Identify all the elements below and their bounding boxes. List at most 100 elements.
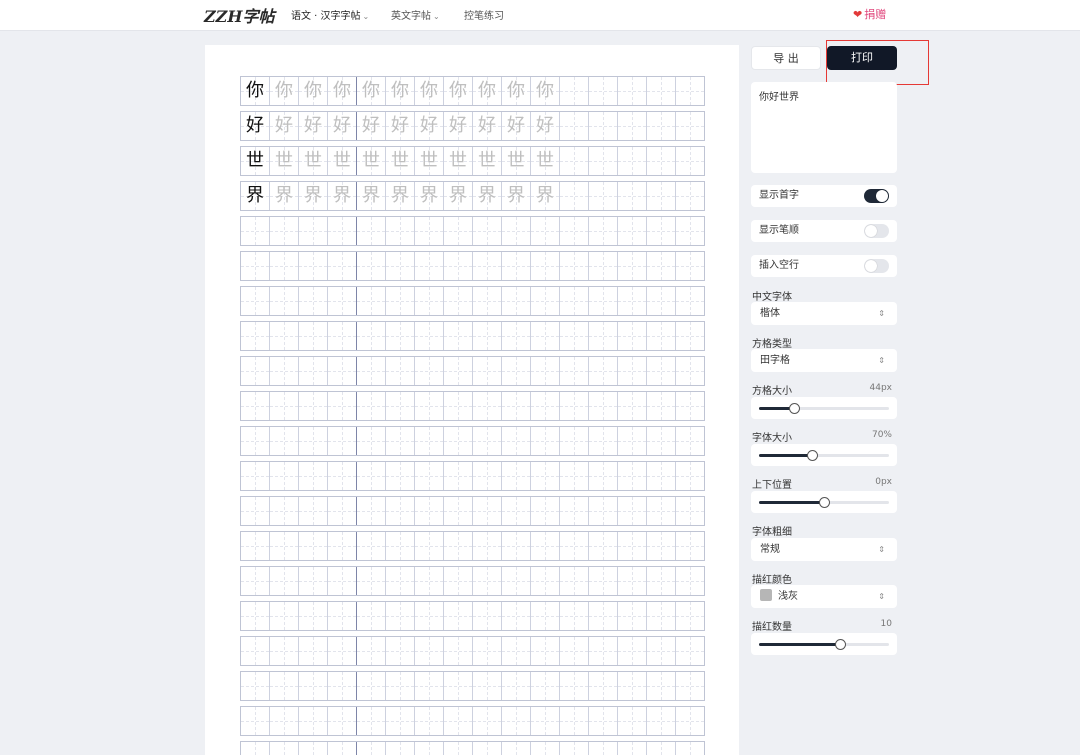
toggle-insert-blank-row-switch[interactable]	[864, 259, 889, 273]
grid-cell	[386, 707, 415, 735]
trace-color-value: 浅灰	[778, 591, 798, 602]
grid-cell	[270, 392, 299, 420]
trace-color-select[interactable]: 浅灰 ⇕	[751, 585, 897, 608]
trace-character: 好	[362, 115, 380, 136]
grid-cell	[531, 357, 560, 385]
grid-cell	[502, 357, 531, 385]
export-button[interactable]: 导 出	[751, 46, 821, 70]
grid-cell	[270, 602, 299, 630]
grid-cell	[241, 672, 270, 700]
grid-cell	[299, 707, 328, 735]
toggle-insert-blank-row[interactable]: 插入空行	[751, 255, 897, 277]
grid-cell	[241, 217, 270, 245]
trace-character: 界	[391, 185, 409, 206]
grid-cell	[357, 357, 386, 385]
grid-cell	[647, 147, 676, 175]
grid-type-select[interactable]: 田字格 ⇕	[751, 349, 897, 372]
grid-cell	[386, 672, 415, 700]
trace-character: 界	[507, 185, 525, 206]
grid-cell	[415, 357, 444, 385]
grid-cell	[589, 217, 618, 245]
slider-thumb[interactable]	[807, 450, 819, 461]
nav-chinese-copybook[interactable]: 语文 · 汉字字帖 ⌄	[291, 7, 369, 22]
grid-cell	[473, 637, 502, 665]
grid-cell	[299, 602, 328, 630]
font-weight-select[interactable]: 常规 ⇕	[751, 538, 897, 561]
grid-cell	[357, 427, 386, 455]
grid-cell	[328, 532, 357, 560]
trace-amount-slider[interactable]	[751, 633, 897, 655]
grid-cell	[502, 497, 531, 525]
grid-cell	[502, 602, 531, 630]
trace-character: 好	[420, 115, 438, 136]
grid-size-label: 方格大小	[752, 386, 792, 397]
grid-cell: 界	[531, 182, 560, 210]
trace-character: 好	[304, 115, 322, 136]
toggle-show-first-char[interactable]: 显示首字	[751, 185, 897, 207]
grid-cell	[618, 357, 647, 385]
grid-cell	[589, 287, 618, 315]
text-input[interactable]: 你好世界	[751, 82, 897, 173]
grid-size-slider[interactable]	[751, 397, 897, 419]
site-logo[interactable]: ZZH字帖	[204, 3, 274, 27]
grid-cell	[415, 567, 444, 595]
grid-cell	[560, 77, 589, 105]
grid-cell	[531, 567, 560, 595]
font-size-slider[interactable]	[751, 444, 897, 466]
grid-cell	[386, 287, 415, 315]
grid-cell	[560, 322, 589, 350]
toggle-show-stroke-order-switch[interactable]	[864, 224, 889, 238]
toggle-show-stroke-order[interactable]: 显示笔顺	[751, 220, 897, 242]
trace-character: 界	[449, 185, 467, 206]
grid-cell: 世	[386, 147, 415, 175]
donate-link[interactable]: ❤ 捐赠	[853, 6, 886, 22]
trace-character: 你	[536, 80, 554, 101]
grid-cell	[444, 742, 473, 755]
grid-cell	[357, 742, 386, 755]
grid-cell	[589, 532, 618, 560]
nav-pen-control[interactable]: 控笔练习	[464, 7, 504, 22]
grid-cell	[386, 427, 415, 455]
practice-row: 你你你你你你你你你你你	[240, 76, 705, 106]
vertical-position-slider[interactable]	[751, 491, 897, 513]
trace-character: 你	[304, 80, 322, 101]
grid-cell	[647, 707, 676, 735]
print-button[interactable]: 打印	[827, 46, 897, 70]
trace-character: 你	[420, 80, 438, 101]
trace-character: 好	[333, 115, 351, 136]
grid-cell	[560, 532, 589, 560]
grid-cell	[676, 147, 705, 175]
grid-cell	[531, 462, 560, 490]
grid-cell	[618, 532, 647, 560]
grid-cell	[618, 252, 647, 280]
grid-cell	[386, 567, 415, 595]
grid-cell	[647, 532, 676, 560]
grid-cell	[676, 252, 705, 280]
grid-cell	[502, 252, 531, 280]
slider-thumb[interactable]	[834, 639, 846, 650]
grid-cell	[357, 567, 386, 595]
grid-cell	[647, 742, 676, 755]
grid-cell	[444, 252, 473, 280]
grid-cell	[618, 497, 647, 525]
grid-cell	[357, 392, 386, 420]
grid-cell	[473, 567, 502, 595]
grid-cell	[357, 532, 386, 560]
grid-cell	[328, 742, 357, 755]
slider-thumb[interactable]	[789, 403, 801, 414]
trace-character: 好	[391, 115, 409, 136]
grid-cell	[415, 637, 444, 665]
grid-cell	[676, 637, 705, 665]
chevron-down-icon: ⌄	[362, 12, 370, 21]
trace-character: 好	[449, 115, 467, 136]
toggle-show-first-char-switch[interactable]	[864, 189, 889, 203]
grid-cell	[415, 742, 444, 755]
grid-cell	[676, 742, 705, 755]
slider-thumb[interactable]	[819, 497, 830, 508]
grid-cell	[444, 217, 473, 245]
chinese-font-select[interactable]: 楷体 ⇕	[751, 302, 897, 325]
grid-cell	[618, 602, 647, 630]
grid-cell	[618, 637, 647, 665]
nav-english-copybook[interactable]: 英文字帖 ⌄	[391, 7, 440, 22]
grid-cell	[647, 427, 676, 455]
